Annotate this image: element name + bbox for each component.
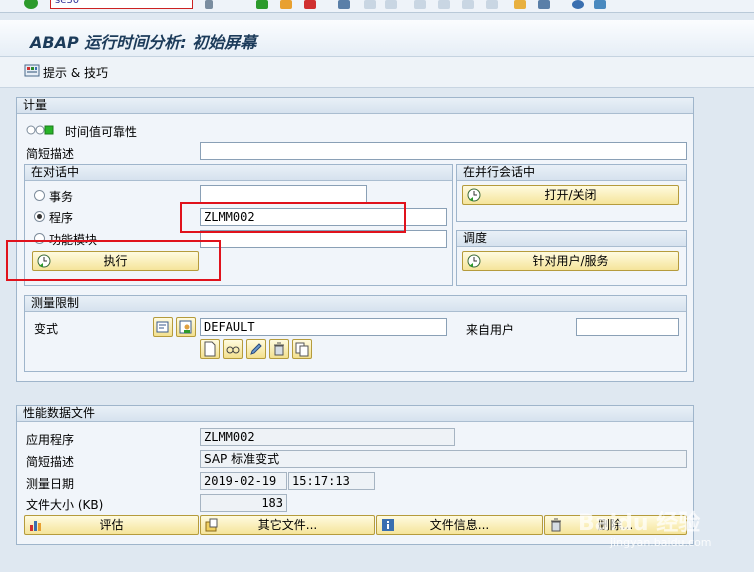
- prev-page-icon[interactable]: [438, 0, 450, 9]
- find-icon[interactable]: [364, 0, 376, 9]
- variant-delete-button[interactable]: [269, 339, 289, 359]
- cancel-icon[interactable]: [304, 0, 316, 9]
- file-size-field: 183: [200, 494, 287, 512]
- system-toolbar: se30: [0, 0, 754, 13]
- file-info-label: 文件信息...: [429, 518, 490, 532]
- clock-icon: [467, 188, 481, 202]
- find-next-icon[interactable]: [385, 0, 397, 9]
- short-desc-label: 简短描述: [26, 147, 75, 161]
- watermark-url: jingyan.baidu.com: [610, 536, 712, 549]
- traffic-light-icon: [26, 125, 54, 135]
- performance-file-group-header: 性能数据文件: [17, 406, 693, 422]
- new-document-icon: [204, 341, 216, 357]
- pencil-icon: [250, 343, 262, 355]
- copy-icon: [295, 342, 309, 357]
- open-close-label: 打开/关闭: [544, 188, 597, 202]
- clock-icon: [467, 254, 481, 268]
- variant-label: 变式: [34, 322, 59, 336]
- perf-desc-field: SAP 标准变式: [200, 450, 687, 468]
- evaluate-label: 评估: [99, 518, 124, 532]
- app-field: ZLMM002: [200, 428, 455, 446]
- application-toolbar: 提示 & 技巧: [0, 57, 754, 88]
- create-session-icon[interactable]: [514, 0, 526, 9]
- last-page-icon[interactable]: [486, 0, 498, 9]
- next-page-icon[interactable]: [462, 0, 474, 9]
- trash-icon: [551, 518, 561, 532]
- file-size-label: 文件大小 (KB): [26, 498, 104, 512]
- program-radio[interactable]: [34, 211, 45, 222]
- measure-time-field: 15:17:13: [288, 472, 375, 490]
- trash-icon: [274, 342, 284, 356]
- file-open-icon: [205, 518, 218, 532]
- measure-group-header: 计量: [17, 98, 693, 114]
- back-green-icon[interactable]: [256, 0, 268, 9]
- user-variant-icon: [179, 320, 192, 334]
- enter-icon[interactable]: [24, 0, 38, 9]
- dialog-group-header: 在对话中: [25, 165, 452, 181]
- shortcut-icon[interactable]: [538, 0, 550, 9]
- transaction-input[interactable]: [200, 185, 367, 203]
- schedule-group-header: 调度: [457, 231, 686, 247]
- other-files-button[interactable]: 其它文件...: [200, 515, 375, 535]
- back-icon[interactable]: [205, 0, 213, 9]
- variant-create-button[interactable]: [153, 317, 173, 337]
- program-label: 程序: [49, 211, 74, 225]
- measure-date-field: 2019-02-19: [200, 472, 287, 490]
- runtime-reliability-label: 时间值可靠性: [65, 125, 138, 139]
- variant-change-button[interactable]: [246, 339, 266, 359]
- measure-date-label: 测量日期: [26, 477, 75, 491]
- open-close-button[interactable]: 打开/关闭: [462, 185, 679, 205]
- print-icon[interactable]: [338, 0, 350, 9]
- from-user-input[interactable]: [576, 318, 679, 336]
- help-icon[interactable]: [572, 0, 584, 9]
- watermark-logo: Baidu 经验: [578, 511, 701, 536]
- for-user-service-label: 针对用户/服务: [532, 254, 609, 268]
- variant-copy-button[interactable]: [292, 339, 312, 359]
- from-user-label: 来自用户: [466, 323, 515, 337]
- app-label: 应用程序: [26, 433, 75, 447]
- for-user-service-button[interactable]: 针对用户/服务: [462, 251, 679, 271]
- glasses-icon: [226, 346, 240, 354]
- screen-title: ABAP 运行时间分析: 初始屏幕: [30, 33, 257, 52]
- command-history-icon[interactable]: [180, 0, 192, 9]
- info-icon: [382, 519, 394, 531]
- transaction-label: 事务: [49, 190, 74, 204]
- perf-desc-label: 简短描述: [26, 455, 75, 469]
- variant-new-button[interactable]: [200, 339, 220, 359]
- variant-user-button[interactable]: [176, 317, 196, 337]
- command-field[interactable]: se30: [50, 0, 193, 9]
- bar-chart-icon: [30, 521, 41, 531]
- variant-display-button[interactable]: [223, 339, 243, 359]
- tips-icon: [24, 64, 40, 77]
- tips-label: 提示 & 技巧: [43, 66, 108, 80]
- file-info-button[interactable]: 文件信息...: [376, 515, 543, 535]
- restriction-group-header: 测量限制: [25, 296, 686, 312]
- short-desc-input[interactable]: [200, 142, 687, 160]
- parallel-group-header: 在并行会话中: [457, 165, 686, 181]
- other-files-label: 其它文件...: [257, 518, 318, 532]
- runtime-reliability-row[interactable]: 时间值可靠性: [26, 122, 176, 139]
- variant-input[interactable]: DEFAULT: [200, 318, 447, 336]
- layout-menu-icon[interactable]: [594, 0, 606, 9]
- first-page-icon[interactable]: [414, 0, 426, 9]
- screen-title-bar: ABAP 运行时间分析: 初始屏幕: [0, 20, 754, 57]
- evaluate-button[interactable]: 评估: [24, 515, 199, 535]
- program-highlight-box: [180, 202, 406, 233]
- execute-highlight-box: [6, 240, 221, 281]
- transaction-radio[interactable]: [34, 190, 45, 201]
- exit-icon[interactable]: [280, 0, 292, 9]
- edit-variant-icon: [156, 321, 169, 333]
